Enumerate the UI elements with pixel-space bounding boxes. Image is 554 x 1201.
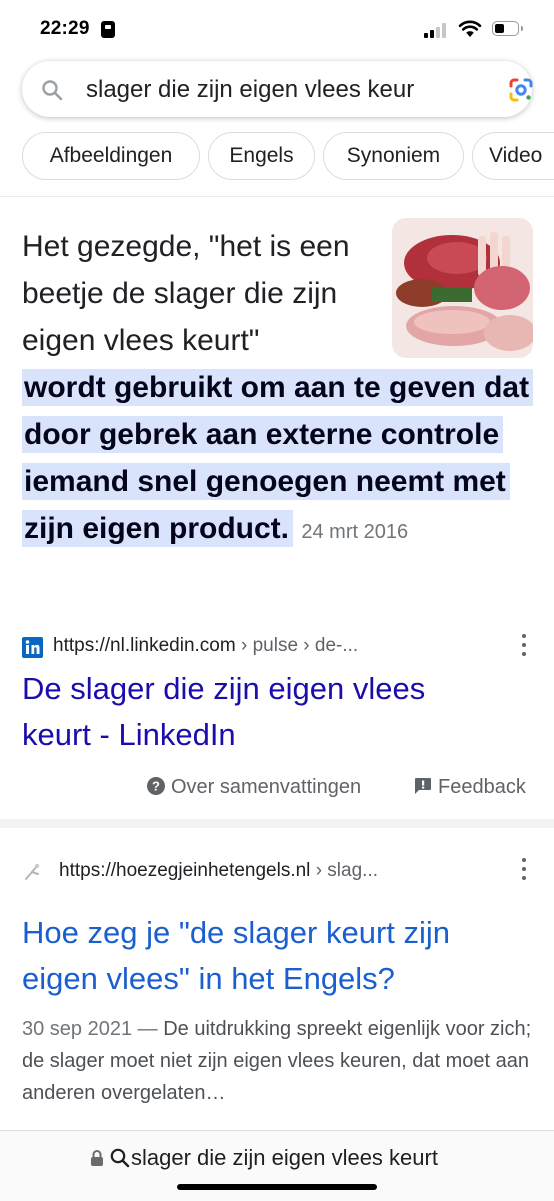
snippet-date: 24 mrt 2016 — [301, 521, 409, 543]
home-indicator[interactable] — [177, 1184, 377, 1190]
feedback-label: Feedback — [438, 776, 526, 798]
source-domain: https://hoezegjeinhetengels.nl — [59, 860, 311, 881]
more-options-icon[interactable] — [521, 634, 527, 656]
source-path: › slag... — [310, 860, 378, 881]
chip-afbeeldingen[interactable]: Afbeeldingen — [22, 132, 200, 180]
result-title-linkedin[interactable]: De slager die zijn eigen vlees keurt - L… — [22, 666, 492, 758]
featured-snippet-highlight: wordt gebruikt om aan te geven dat door … — [22, 364, 534, 556]
search-icon[interactable] — [40, 78, 64, 102]
meat-thumbnail-image[interactable] — [392, 218, 533, 358]
status-bar: 22:29 — [0, 0, 554, 58]
status-time: 22:29 — [40, 18, 90, 39]
google-lens-icon[interactable] — [508, 77, 534, 103]
chip-video[interactable]: Video — [472, 132, 554, 180]
about-label: Over samenvattingen — [171, 776, 362, 798]
svg-text:?: ? — [152, 779, 160, 794]
snippet-intro: Het gezegde, "het is een beetje de slage… — [22, 230, 350, 357]
address-bar[interactable]: slager die zijn eigen vlees keurt — [0, 1130, 554, 1201]
feedback-icon — [415, 778, 431, 794]
contact-card-icon — [101, 21, 115, 38]
battery-icon — [492, 21, 523, 36]
result-source-hoezegje[interactable]: https://hoezegjeinhetengels.nl › slag... — [22, 860, 492, 884]
cellular-signal-icon — [424, 22, 450, 38]
search-bar[interactable]: slager die zijn eigen vlees keur — [22, 61, 534, 117]
about-snippets-link[interactable]: ? Over samenvattingen — [147, 776, 361, 799]
source-domain: https://nl.linkedin.com — [53, 635, 236, 656]
address-text[interactable]: slager die zijn eigen vlees keurt — [131, 1145, 438, 1171]
section-divider — [0, 819, 554, 828]
site-favicon-icon — [25, 864, 39, 880]
help-icon: ? — [147, 777, 165, 795]
chip-synoniem[interactable]: Synoniem — [323, 132, 464, 180]
search-input[interactable]: slager die zijn eigen vlees keur — [86, 76, 414, 104]
linkedin-icon — [22, 637, 43, 658]
snippet-highlight: wordt gebruikt om aan te geven dat door … — [22, 369, 534, 547]
feedback-link[interactable]: Feedback — [414, 776, 526, 799]
more-options-icon[interactable] — [521, 858, 527, 880]
source-path: › pulse › de-... — [235, 635, 359, 656]
filter-chips: Afbeeldingen Engels Synoniem Video — [0, 132, 554, 182]
result-snippet: 30 sep 2021 — De uitdrukking spreekt eig… — [22, 1013, 534, 1109]
divider — [0, 196, 554, 197]
result-source-linkedin[interactable]: https://nl.linkedin.com › pulse › de-... — [22, 635, 492, 659]
result-title-hoezegje[interactable]: Hoe zeg je "de slager keurt zijn eigen v… — [22, 910, 522, 1002]
search-icon — [110, 1148, 130, 1168]
lock-icon — [91, 1150, 103, 1166]
wifi-icon — [458, 20, 482, 37]
chip-engels[interactable]: Engels — [208, 132, 315, 180]
date-separator: — — [132, 1018, 164, 1040]
result-date: 30 sep 2021 — [22, 1018, 133, 1040]
